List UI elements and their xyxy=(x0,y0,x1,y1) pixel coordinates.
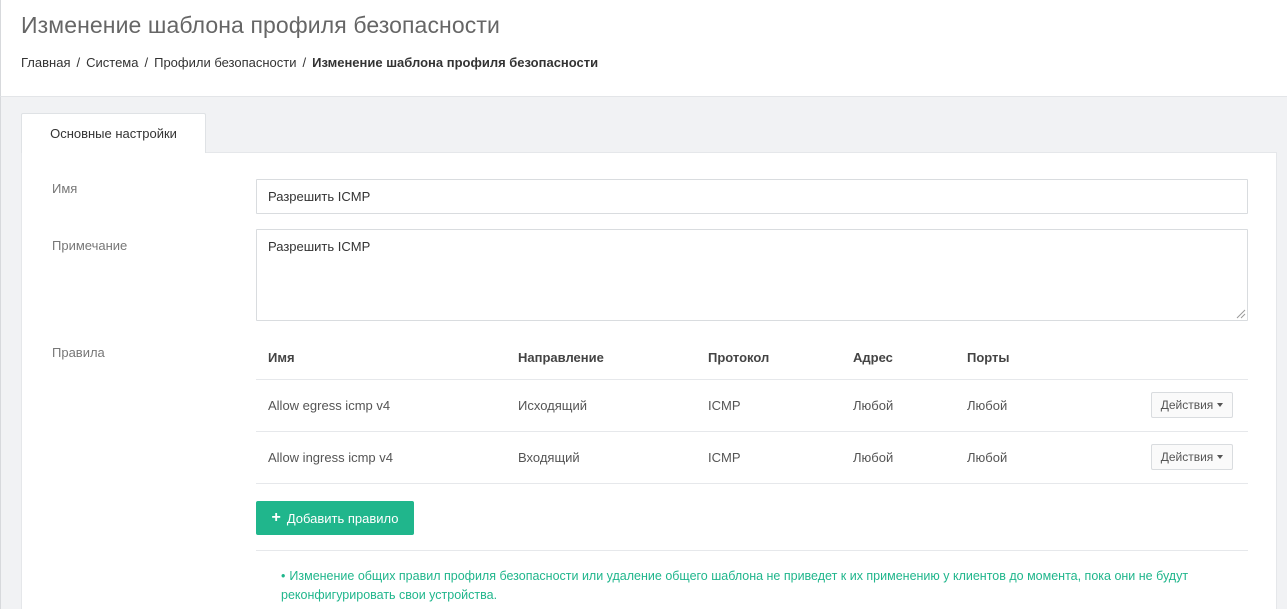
plus-icon: + xyxy=(271,509,281,526)
rule-direction: Входящий xyxy=(518,450,580,465)
breadcrumb: Главная / Система / Профили безопасности / Изм… xyxy=(21,55,598,70)
divider xyxy=(256,550,1248,551)
table-row: Allow ingress icmp v4 Входящий ICMP Любо… xyxy=(256,432,1248,484)
notice-bullet: • xyxy=(281,569,286,583)
add-rule-label: Добавить правило xyxy=(286,510,399,526)
column-header-name: Имя xyxy=(268,350,295,365)
note-textarea[interactable]: Разрешить ICMP xyxy=(256,229,1248,321)
actions-button-label: Действия xyxy=(1160,450,1214,464)
name-input[interactable] xyxy=(256,179,1248,214)
notice-message: Изменение общих правил профиля безопасно… xyxy=(281,569,1189,602)
rule-ports: Любой xyxy=(967,398,1008,413)
breadcrumb-system[interactable]: Система xyxy=(86,55,138,70)
resize-grip-icon[interactable] xyxy=(1234,307,1246,319)
note-label: Примечание xyxy=(52,238,128,253)
rule-direction: Исходящий xyxy=(518,398,587,413)
rules-table: Имя Направление Протокол Адрес Порты All… xyxy=(256,336,1248,484)
rule-protocol: ICMP xyxy=(708,398,741,413)
breadcrumb-home[interactable]: Главная xyxy=(21,55,70,70)
content-area: Основные настройки Имя Примечание Разреш… xyxy=(0,97,1287,609)
settings-panel: Имя Примечание Разрешить ICMP Правила Им… xyxy=(21,152,1277,609)
breadcrumb-current: Изменение шаблона профиля безопасности xyxy=(312,55,599,70)
actions-dropdown-button[interactable]: Действия xyxy=(1151,444,1233,470)
notice-text: • Изменение общих правил профиля безопасн… xyxy=(281,567,1241,605)
table-row: Allow egress icmp v4 Исходящий ICMP Любо… xyxy=(256,380,1248,432)
actions-dropdown-button[interactable]: Действия xyxy=(1151,392,1233,418)
rule-address: Любой xyxy=(853,450,894,465)
page-title: Изменение шаблона профиля безопасности xyxy=(21,12,500,38)
add-rule-button[interactable]: + Добавить правило xyxy=(256,501,414,535)
breadcrumb-separator: / xyxy=(302,55,307,70)
name-label: Имя xyxy=(52,181,78,196)
rule-protocol: ICMP xyxy=(708,450,741,465)
rule-name: Allow egress icmp v4 xyxy=(268,398,391,413)
column-header-direction: Направление xyxy=(518,350,604,365)
rule-ports: Любой xyxy=(967,450,1008,465)
column-header-protocol: Протокол xyxy=(708,350,770,365)
caret-down-icon xyxy=(1217,455,1224,459)
rule-name: Allow ingress icmp v4 xyxy=(268,450,393,465)
rules-label: Правила xyxy=(52,345,105,360)
page-header: Изменение шаблона профиля безопасности Г… xyxy=(0,0,1287,97)
breadcrumb-separator: / xyxy=(76,55,81,70)
caret-down-icon xyxy=(1217,403,1224,407)
column-header-address: Адрес xyxy=(853,350,893,365)
actions-button-label: Действия xyxy=(1160,398,1214,412)
tab-main-settings[interactable]: Основные настройки xyxy=(21,113,206,153)
column-header-ports: Порты xyxy=(967,350,1010,365)
breadcrumb-separator: / xyxy=(144,55,149,70)
breadcrumb-security-profiles[interactable]: Профили безопасности xyxy=(154,55,296,70)
rule-address: Любой xyxy=(853,398,894,413)
rules-table-header: Имя Направление Протокол Адрес Порты xyxy=(256,336,1248,380)
